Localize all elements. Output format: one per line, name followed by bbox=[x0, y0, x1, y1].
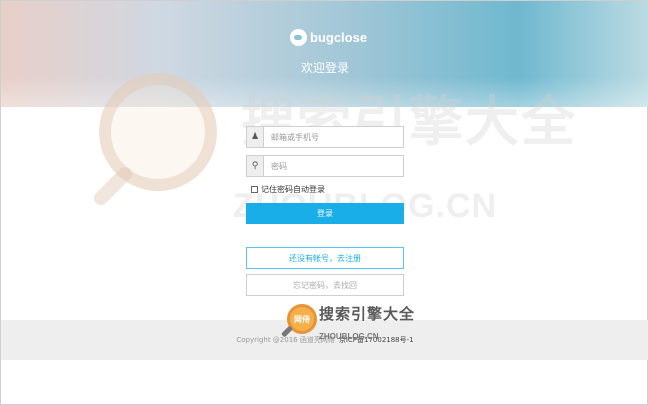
remember-label: 记住密码自动登录 bbox=[261, 185, 325, 194]
watermark-logo-name: 搜索引擎大全 bbox=[319, 305, 416, 323]
remember-me[interactable]: 记住密码自动登录 bbox=[251, 184, 325, 195]
bugclose-logo-icon bbox=[290, 29, 307, 46]
forgot-password-link[interactable]: 忘记密码，去找回 bbox=[246, 274, 404, 296]
key-icon: ⚲ bbox=[247, 156, 264, 176]
password-input[interactable] bbox=[264, 156, 403, 176]
logo-text: bugclose bbox=[310, 30, 368, 45]
register-link[interactable]: 还没有帐号，去注册 bbox=[246, 247, 404, 269]
logo: bugclose bbox=[290, 29, 367, 46]
remember-checkbox[interactable] bbox=[251, 186, 258, 193]
watermark-badge-text: 网侍 bbox=[294, 314, 310, 324]
welcome-title: 欢迎登录 bbox=[300, 61, 349, 75]
account-field: ♟ bbox=[246, 126, 404, 148]
page-frame: bugclose 欢迎登录 搜索引擎大全 ZHOUBLOG.CN ♟ ⚲ 记住密… bbox=[0, 0, 648, 405]
login-button[interactable]: 登录 bbox=[246, 203, 404, 224]
password-field: ⚲ bbox=[246, 155, 404, 177]
user-icon: ♟ bbox=[247, 127, 264, 147]
watermark-logo-url: ZHOUBLOG.CN bbox=[319, 332, 379, 341]
account-input[interactable] bbox=[264, 127, 403, 147]
